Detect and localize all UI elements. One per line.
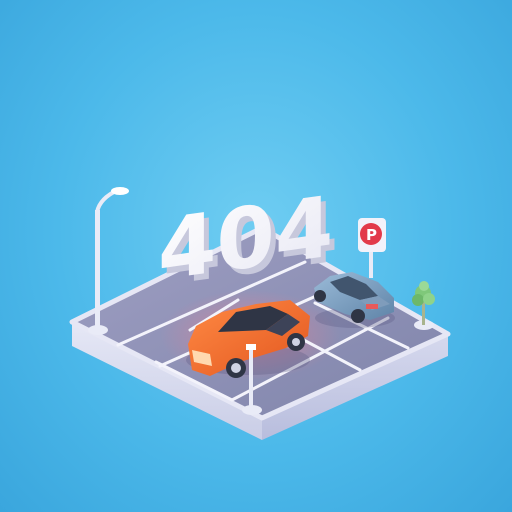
- illustration-canvas: 404 404 P: [69, 178, 451, 440]
- parking-sign: P: [358, 218, 386, 278]
- parking-sign-glyph: P: [366, 226, 377, 244]
- small-tree: [412, 281, 435, 330]
- blue-car: [314, 272, 395, 328]
- parking-lot-404-illustration: 404 404 P: [0, 0, 512, 512]
